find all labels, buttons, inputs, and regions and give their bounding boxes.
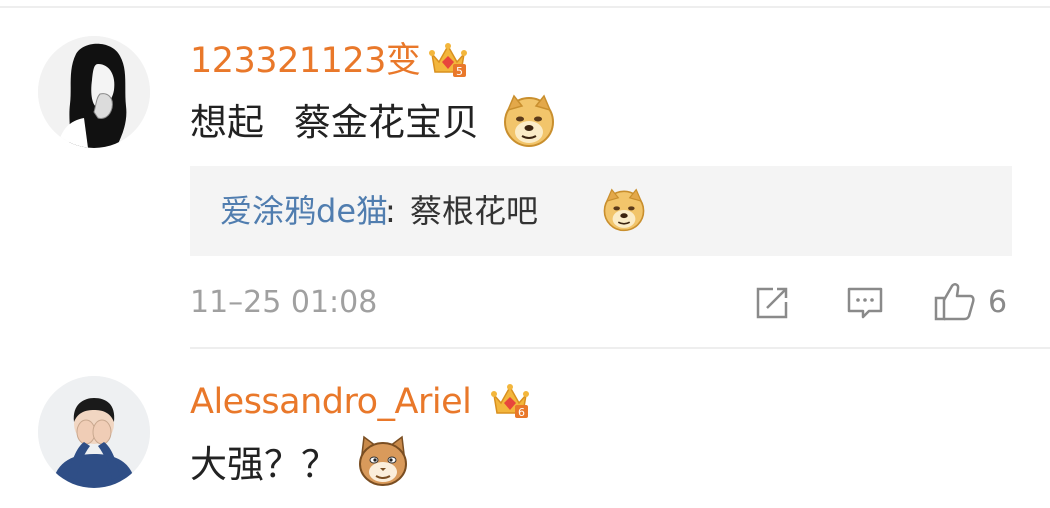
username[interactable]: 123321123变: [190, 44, 421, 79]
comment-divider: [190, 347, 1050, 349]
crown-badge-icon[interactable]: 5: [428, 42, 468, 82]
crown-badge-icon[interactable]: 6: [490, 383, 530, 423]
doge-emoji-icon: [502, 94, 556, 152]
reply-author[interactable]: 爱涂鸦de猫: [220, 195, 388, 227]
badge-level: 5: [456, 65, 463, 78]
doge-emoji-icon: [602, 188, 646, 236]
comment-text-part1: 想起: [190, 101, 264, 144]
reply-text: 蔡根花吧: [410, 192, 539, 230]
comment-text-part2: 蔡金花宝贝: [294, 101, 479, 144]
top-divider: [0, 6, 1050, 8]
comment-text: 大强？？: [190, 443, 338, 486]
reply-box[interactable]: 爱涂鸦de猫 : 蔡根花吧: [190, 166, 1012, 256]
thumbs-up-icon[interactable]: [933, 281, 977, 327]
badge-level: 6: [518, 406, 525, 419]
avatar[interactable]: [38, 36, 150, 148]
reply-separator: :: [385, 192, 396, 230]
avatar[interactable]: [38, 376, 150, 488]
username[interactable]: Alessandro_Ariel: [190, 385, 472, 420]
comment-icon[interactable]: [845, 284, 885, 326]
cat-emoji-icon: [356, 434, 410, 492]
timestamp: 11–25 01:08: [190, 285, 378, 320]
like-count: 6: [988, 285, 1008, 320]
repost-icon[interactable]: [753, 284, 791, 326]
